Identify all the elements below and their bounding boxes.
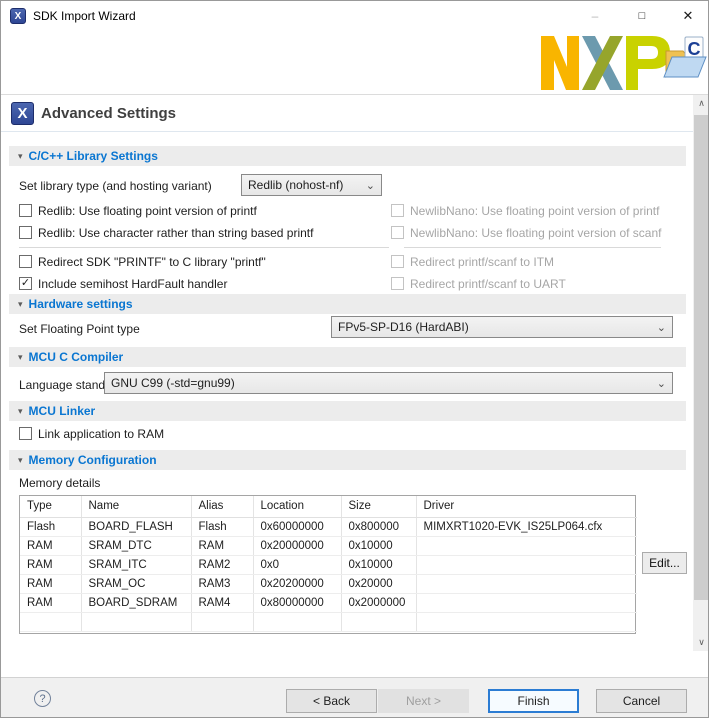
checkbox-redirect-uart: Redirect printf/scanf to UART [391, 276, 566, 291]
mcuxpresso-app-icon: X [10, 8, 26, 24]
table-row[interactable]: RAMBOARD_SDRAM RAM40x80000000 0x2000000 [20, 593, 637, 612]
memory-table: Type Name Alias Location Size Driver Fla… [19, 495, 636, 634]
section-library-settings[interactable]: ▾C/C++ Library Settings [9, 146, 686, 166]
table-row[interactable]: RAMSRAM_DTC RAM0x20000000 0x10000 [20, 536, 637, 555]
floating-point-label: Set Floating Point type [19, 322, 140, 336]
table-header-row[interactable]: Type Name Alias Location Size Driver [20, 496, 637, 517]
sdk-import-wizard-window: X SDK Import Wizard – □ ✕ C [0, 0, 709, 718]
footer-gap [1, 651, 709, 677]
minimize-button[interactable]: – [572, 1, 618, 31]
vertical-scrollbar[interactable]: ∧ ∨ [693, 95, 709, 651]
edit-button[interactable]: Edit... [642, 552, 687, 574]
checkbox-box [391, 277, 404, 290]
section-mcu-linker[interactable]: ▾MCU Linker [9, 401, 686, 421]
chevron-down-icon: ⌄ [366, 176, 375, 196]
checkbox-box-checked: ✓ [19, 277, 32, 290]
footer-bar: ? < Back Next > Finish Cancel [1, 677, 709, 718]
checkbox-newlibnano-float-scanf: NewlibNano: Use floating point version o… [391, 225, 661, 240]
scrollbar-thumb[interactable] [694, 115, 709, 600]
back-button[interactable]: < Back [286, 689, 377, 713]
collapse-triangle-icon: ▾ [18, 352, 23, 362]
section-hardware-settings[interactable]: ▾Hardware settings [9, 294, 686, 314]
page-header: X Advanced Settings [1, 97, 693, 132]
section-mcu-c-compiler[interactable]: ▾MCU C Compiler [9, 347, 686, 367]
page-title: Advanced Settings [41, 105, 176, 122]
scroll-down-icon[interactable]: ∨ [693, 634, 709, 651]
checkbox-group-separator [19, 247, 389, 248]
floating-point-dropdown[interactable]: FPv5-SP-D16 (HardABI) ⌄ [331, 316, 673, 338]
col-location[interactable]: Location [253, 496, 341, 517]
collapse-triangle-icon: ▾ [18, 299, 23, 309]
nxp-letter-n [541, 36, 579, 90]
checkbox-box [19, 226, 32, 239]
nxp-logo: C [539, 29, 707, 95]
checkbox-box [391, 226, 404, 239]
memory-details-label: Memory details [19, 476, 100, 490]
cancel-button[interactable]: Cancel [596, 689, 687, 713]
checkmark-icon: ✓ [21, 278, 30, 289]
collapse-triangle-icon: ▾ [18, 406, 23, 416]
titlebar: X SDK Import Wizard – □ ✕ [1, 1, 709, 31]
checkbox-semihost-hardfault[interactable]: ✓ Include semihost HardFault handler [19, 276, 227, 291]
section-memory-configuration[interactable]: ▾Memory Configuration [9, 450, 686, 470]
chevron-down-icon: ⌄ [657, 374, 666, 394]
scroll-up-icon[interactable]: ∧ [693, 95, 709, 112]
language-standard-dropdown[interactable]: GNU C99 (-std=gnu99) ⌄ [104, 372, 673, 394]
checkbox-box [391, 255, 404, 268]
col-size[interactable]: Size [341, 496, 416, 517]
next-button: Next > [378, 689, 469, 713]
col-driver[interactable]: Driver [416, 496, 637, 517]
nxp-letter-p [626, 36, 670, 90]
checkbox-redirect-itm: Redirect printf/scanf to ITM [391, 254, 554, 269]
window-title: SDK Import Wizard [33, 9, 136, 23]
finish-button[interactable]: Finish [488, 689, 579, 713]
col-type[interactable]: Type [20, 496, 81, 517]
chevron-down-icon: ⌄ [657, 318, 666, 338]
collapse-triangle-icon: ▾ [18, 151, 23, 161]
checkbox-group-separator [404, 247, 661, 248]
checkbox-redlib-float-printf[interactable]: Redlib: Use floating point version of pr… [19, 203, 257, 218]
checkbox-box [19, 204, 32, 217]
close-button[interactable]: ✕ [665, 1, 709, 31]
svg-text:C: C [688, 39, 701, 59]
checkbox-redlib-char-printf[interactable]: Redlib: Use character rather than string… [19, 225, 313, 240]
library-type-label: Set library type (and hosting variant) [19, 179, 212, 193]
maximize-button[interactable]: □ [619, 1, 665, 31]
table-row-empty[interactable] [20, 612, 637, 631]
table-row[interactable]: RAMSRAM_OC RAM30x20200000 0x20000 [20, 574, 637, 593]
library-type-dropdown[interactable]: Redlib (nohost-nf) ⌄ [241, 174, 382, 196]
checkbox-redirect-sdk-printf[interactable]: Redirect SDK "PRINTF" to C library "prin… [19, 254, 266, 269]
wizard-content: X Advanced Settings ▾C/C++ Library Setti… [1, 95, 693, 651]
collapse-triangle-icon: ▾ [18, 455, 23, 465]
col-name[interactable]: Name [81, 496, 191, 517]
table-row[interactable]: RAMSRAM_ITC RAM20x0 0x10000 [20, 555, 637, 574]
checkbox-box [19, 255, 32, 268]
table-row[interactable]: FlashBOARD_FLASH Flash0x60000000 0x80000… [20, 517, 637, 536]
col-alias[interactable]: Alias [191, 496, 253, 517]
checkbox-box [19, 427, 32, 440]
checkbox-box [391, 204, 404, 217]
advanced-settings-icon: X [11, 102, 34, 125]
help-icon[interactable]: ? [34, 690, 51, 707]
checkbox-link-to-ram[interactable]: Link application to RAM [19, 426, 164, 441]
logo-strip: C [1, 31, 709, 94]
c-project-folder-icon: C [664, 37, 706, 77]
checkbox-newlibnano-float-printf: NewlibNano: Use floating point version o… [391, 203, 659, 218]
